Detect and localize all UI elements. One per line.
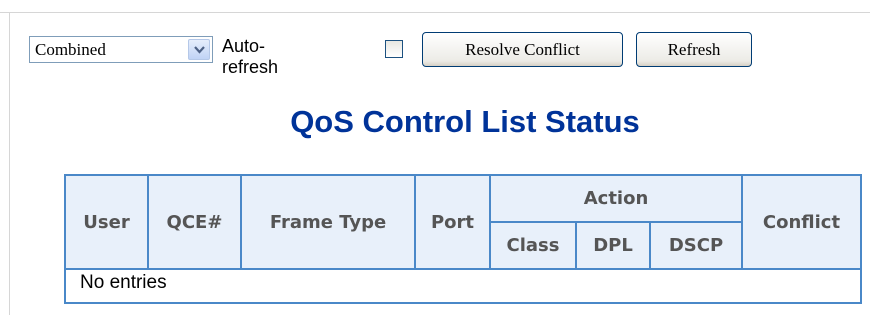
chevron-down-icon[interactable] [188, 39, 210, 60]
col-header-dscp: DSCP [651, 223, 743, 270]
col-header-qce: QCE# [149, 176, 242, 270]
page-title: QoS Control List Status [290, 104, 640, 139]
col-header-frame-type: Frame Type [242, 176, 416, 270]
col-header-class: Class [491, 223, 577, 270]
col-header-conflict: Conflict [743, 176, 860, 270]
col-header-action: Action [491, 176, 743, 223]
user-select[interactable]: Combined [29, 36, 213, 63]
top-divider [0, 12, 870, 13]
refresh-button[interactable]: Refresh [636, 32, 752, 67]
col-header-user: User [66, 176, 149, 270]
auto-refresh-label: Auto-refresh [222, 36, 279, 77]
auto-refresh-checkbox[interactable] [385, 40, 403, 58]
qos-status-table: User QCE# Frame Type Port Action Class D… [64, 174, 862, 304]
col-header-port: Port [416, 176, 491, 270]
user-select-value: Combined [35, 40, 106, 59]
col-header-dpl: DPL [577, 223, 651, 270]
empty-table-message: No entries [80, 272, 167, 293]
left-divider [9, 12, 10, 315]
resolve-conflict-button[interactable]: Resolve Conflict [422, 32, 623, 67]
